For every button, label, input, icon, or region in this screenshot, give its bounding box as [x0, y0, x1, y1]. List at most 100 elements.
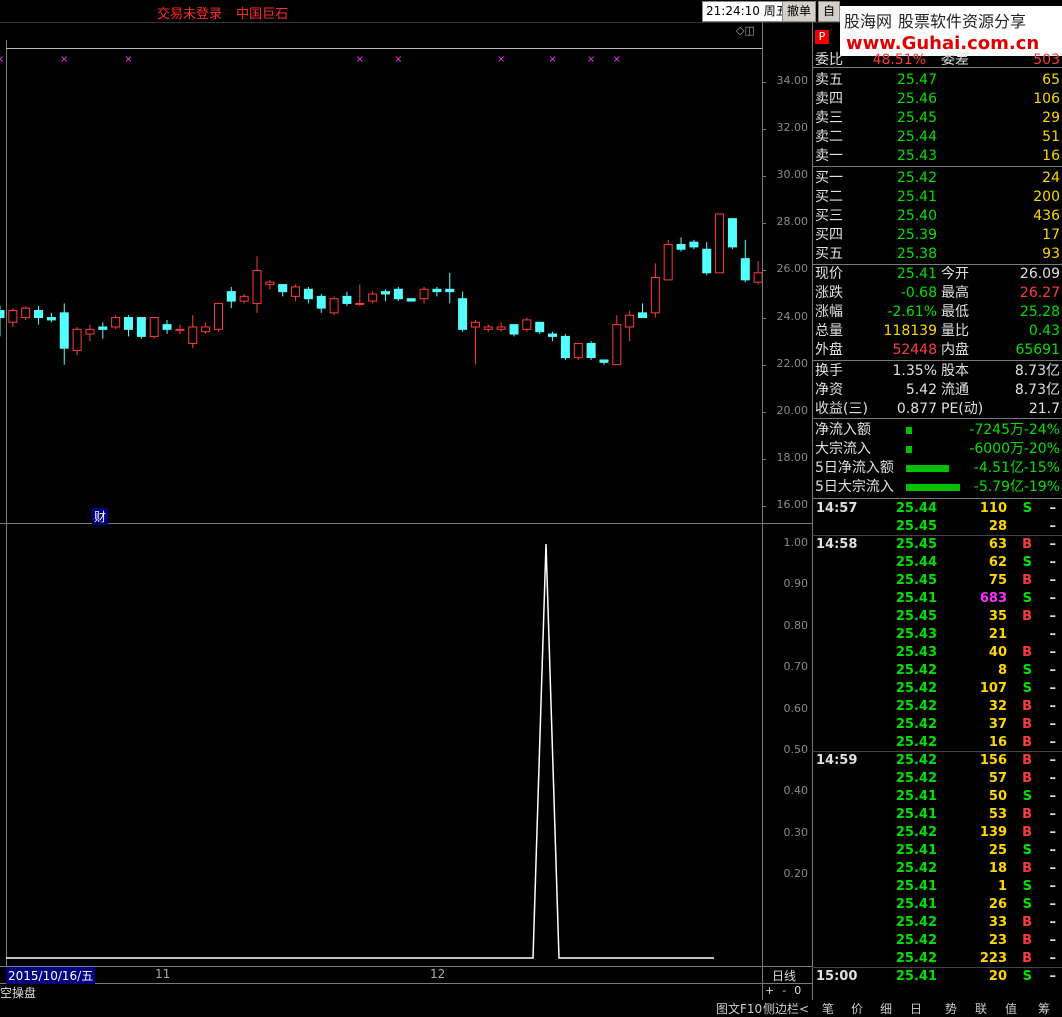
tick-row[interactable]: 25.41 25 S – [814, 842, 1062, 860]
tick-dash: – [1049, 951, 1057, 966]
tick-row[interactable]: 25.42 57 B – [814, 770, 1062, 788]
tick-dash: – [1049, 591, 1057, 606]
tick-row[interactable]: 25.42 8 S – [814, 662, 1062, 680]
tick-row[interactable]: 15:00 25.41 20 S – [814, 968, 1062, 986]
candle [509, 324, 519, 337]
candle-body [753, 272, 762, 283]
stat-row: 外盘 52448 内盘 65691 [814, 341, 1062, 360]
tick-row[interactable]: 25.42 16 B – [814, 734, 1062, 752]
tick-row[interactable]: 25.42 107 S – [814, 680, 1062, 698]
panel-separator [812, 264, 1062, 265]
stat-label: 最高 [941, 285, 969, 301]
candle-body [393, 288, 403, 300]
tick-dash: – [1049, 861, 1057, 876]
cancel-order-button[interactable]: 撤单 [782, 1, 817, 22]
candle-body [483, 326, 493, 330]
candle-body [0, 309, 5, 319]
bid-label: 买一 [815, 170, 843, 186]
signal-mark: × [394, 54, 402, 65]
period-selector[interactable]: 日线 [772, 967, 796, 984]
candle-body [368, 293, 378, 302]
tick-row[interactable]: 25.44 62 S – [814, 554, 1062, 572]
finance-marker[interactable]: 财 [92, 508, 109, 525]
tick-row[interactable]: 25.42 33 B – [814, 914, 1062, 932]
tick-price: 25.42 [895, 771, 937, 786]
tick-time: 14:58 [816, 537, 858, 552]
price-tick-mark [762, 317, 766, 319]
indicator-chart[interactable] [0, 524, 762, 966]
auto-button[interactable]: 自 [818, 1, 841, 22]
tick-side: B [1022, 933, 1032, 948]
candle [201, 322, 211, 335]
tick-price: 25.43 [895, 645, 937, 660]
formula-name[interactable]: 空操盘 [0, 984, 36, 1001]
candle-body [72, 328, 82, 352]
zoom-reset-button[interactable]: 0 [794, 984, 801, 997]
tick-row[interactable]: 25.42 139 B – [814, 824, 1062, 842]
candle-body [124, 317, 133, 330]
tick-row[interactable]: 25.41 53 B – [814, 806, 1062, 824]
candle [72, 326, 82, 356]
tick-volume: 20 [988, 969, 1007, 984]
tick-price: 25.45 [895, 537, 937, 552]
bid-price: 25.41 [896, 189, 937, 205]
candle-body [136, 317, 146, 337]
tick-side: S [1022, 501, 1032, 516]
status-line [0, 983, 812, 984]
tick-price: 25.42 [895, 933, 937, 948]
tick-row[interactable]: 25.43 21 – [814, 626, 1062, 644]
fund-label: PE(动) [941, 401, 984, 417]
tick-row[interactable]: 25.41 683 S – [814, 590, 1062, 608]
tick-row[interactable]: 25.41 50 S – [814, 788, 1062, 806]
tick-dash: – [1049, 681, 1057, 696]
candle [239, 294, 249, 304]
tick-row[interactable]: 25.42 23 B – [814, 932, 1062, 950]
zoom-out-button[interactable]: - [782, 984, 786, 997]
bid-row: 买三 25.40 436 [814, 207, 1062, 226]
flow-bar [906, 427, 912, 434]
tick-row[interactable]: 25.41 1 S – [814, 878, 1062, 896]
zoom-in-button[interactable]: + [765, 984, 774, 997]
flow-amount: -5.79亿 [973, 479, 1024, 495]
tick-row[interactable]: 25.42 37 B – [814, 716, 1062, 734]
tick-volume: 37 [988, 717, 1007, 732]
tick-volume: 8 [997, 663, 1007, 678]
tick-price: 25.45 [895, 519, 937, 534]
candle [368, 291, 378, 304]
tick-row[interactable]: 25.42 223 B – [814, 950, 1062, 968]
fund-value: 5.42 [905, 382, 937, 398]
candle-body [34, 309, 44, 319]
tick-row[interactable]: 25.42 32 B – [814, 698, 1062, 716]
signal-mark: × [497, 54, 505, 65]
window-control-icon[interactable]: ◇◫ [736, 24, 755, 37]
login-status[interactable]: 交易未登录 中国巨石 [157, 3, 288, 22]
candle [573, 342, 583, 360]
signal-mark: × [60, 54, 68, 65]
tick-volume: 156 [979, 753, 1007, 768]
bid-label: 买三 [815, 208, 843, 224]
tick-row[interactable]: 14:58 25.45 63 B – [814, 536, 1062, 554]
candle [638, 303, 647, 319]
stat-value: 52448 [892, 342, 937, 358]
tick-row[interactable]: 25.45 28 – [814, 518, 1062, 536]
p-icon[interactable]: P [815, 30, 829, 44]
stat-value: 65691 [1015, 342, 1060, 358]
tick-row[interactable]: 25.43 40 B – [814, 644, 1062, 662]
tick-row[interactable]: 25.41 26 S – [814, 896, 1062, 914]
stat-value: 118139 [883, 323, 937, 339]
tick-dash: – [1049, 609, 1057, 624]
candle [21, 305, 31, 320]
tick-row[interactable]: 25.45 75 B – [814, 572, 1062, 590]
candle-body [98, 326, 108, 330]
candle-body [470, 321, 480, 328]
stat-row: 涨跌 -0.68 最高 26.27 [814, 284, 1062, 303]
tick-dash: – [1049, 807, 1057, 822]
tick-row[interactable]: 14:59 25.42 156 B – [814, 752, 1062, 770]
candlestick-chart[interactable]: ××××××××××× [0, 40, 762, 523]
tick-row[interactable]: 25.42 18 B – [814, 860, 1062, 878]
tick-row[interactable]: 14:57 25.44 110 S – [814, 500, 1062, 518]
price-tick: 32.00 [776, 121, 809, 135]
candle-body [458, 298, 468, 330]
tick-row[interactable]: 25.45 35 B – [814, 608, 1062, 626]
candle-body [85, 328, 95, 335]
